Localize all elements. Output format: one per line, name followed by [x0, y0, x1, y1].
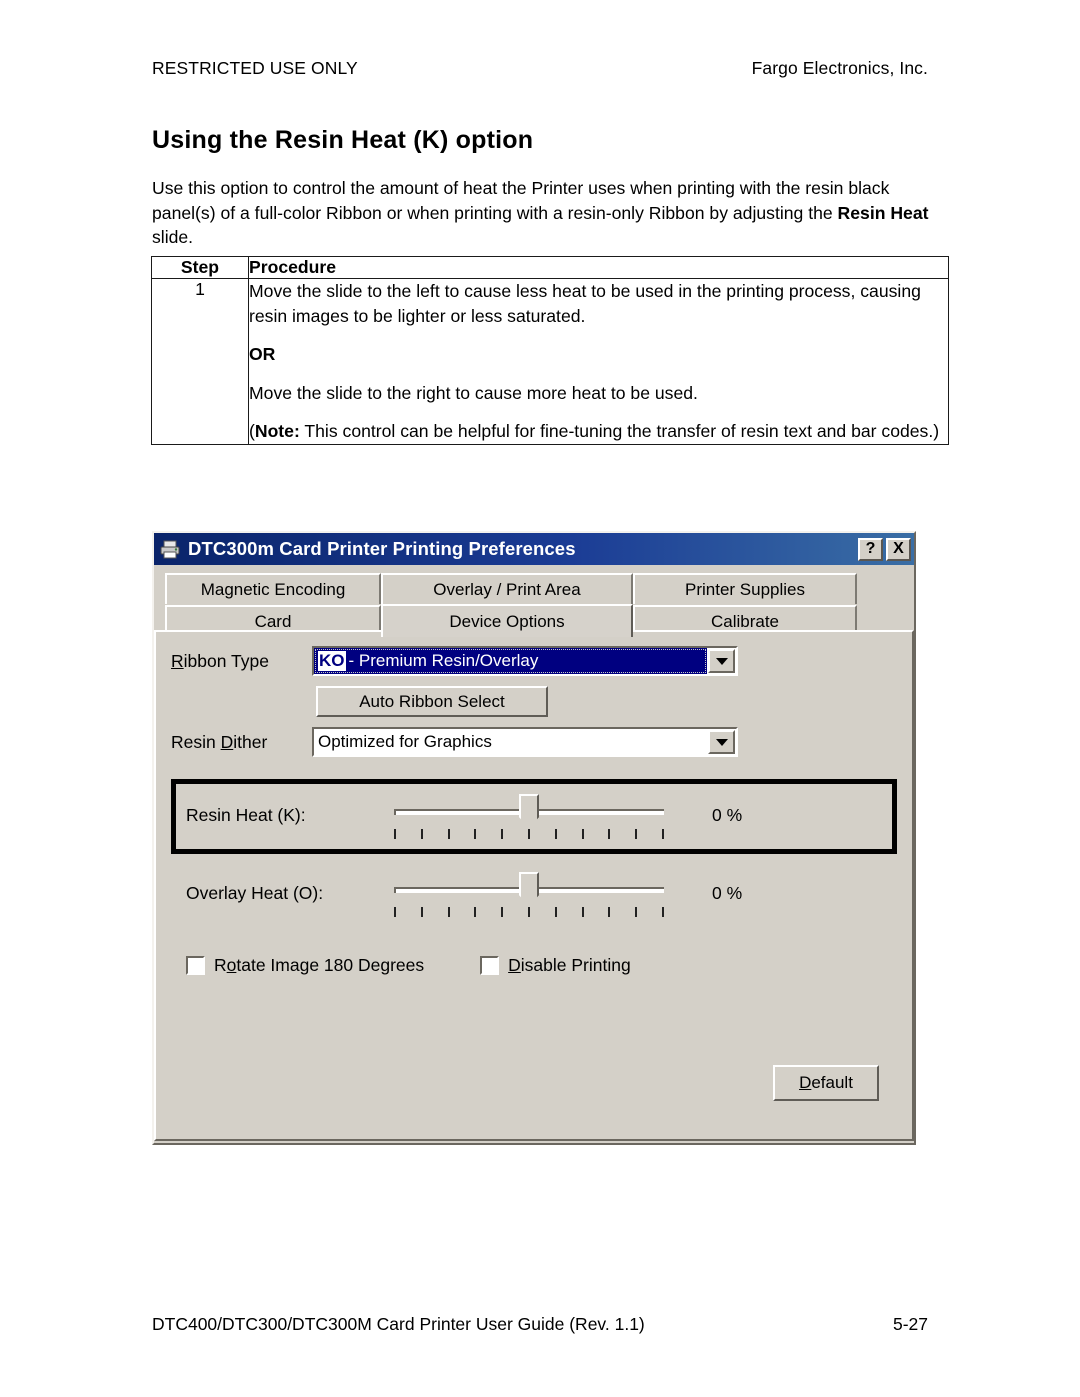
intro-paragraph: Use this option to control the amount of…	[152, 176, 947, 250]
tab-printer-supplies[interactable]: Printer Supplies	[633, 573, 857, 604]
intro-text-bold: Resin Heat	[837, 202, 929, 223]
device-options-form: Ribbon Type KO - Premium Resin/Overlay A…	[154, 632, 914, 1143]
disable-printing-checkbox[interactable]	[480, 956, 500, 975]
note-label: Note:	[254, 421, 300, 441]
overlay-heat-slider[interactable]	[394, 869, 664, 921]
column-header-step: Step	[151, 256, 249, 279]
page-header: RESTRICTED USE ONLY Fargo Electronics, I…	[152, 58, 928, 79]
rotate-image-checkbox[interactable]	[186, 956, 205, 975]
resin-dither-value: Optimized for Graphics	[318, 732, 492, 751]
resin-dither-combobox[interactable]: Optimized for Graphics	[312, 727, 738, 757]
auto-ribbon-select-button[interactable]: Auto Ribbon Select	[316, 686, 548, 717]
resin-dither-row: Resin Dither Optimized for Graphics	[171, 727, 897, 757]
titlebar-buttons: ? X	[858, 537, 911, 561]
ribbon-type-combobox[interactable]: KO - Premium Resin/Overlay	[312, 646, 738, 676]
resin-heat-row: Resin Heat (K): 0 %	[186, 791, 882, 843]
procedure-paragraph-1: Move the slide to the left to cause less…	[249, 281, 921, 326]
ribbon-type-value: KO - Premium Resin/Overlay	[314, 648, 707, 674]
dialog-title: DTC300m Card Printer Printing Preference…	[188, 538, 576, 559]
procedure-paragraph-2: Move the slide to the right to cause mor…	[249, 382, 698, 403]
footer-page-number: 5-27	[892, 1314, 928, 1334]
intro-text-part2: slide.	[152, 227, 194, 247]
resin-heat-slider[interactable]	[394, 791, 664, 843]
tab-magnetic-encoding[interactable]: Magnetic Encoding	[165, 573, 381, 604]
note-body: This control can be helpful for fine-tun…	[299, 421, 940, 441]
disable-printing-label: Disable Printing	[508, 955, 631, 975]
overlay-heat-label: Overlay Heat (O):	[186, 883, 324, 903]
procedure-or-label: OR	[249, 344, 276, 364]
resin-heat-value: 0 %	[712, 805, 743, 825]
page-footer: DTC400/DTC300/DTC300M Card Printer User …	[152, 1314, 928, 1335]
resin-heat-label: Resin Heat (K):	[186, 805, 306, 825]
resin-dither-label: Resin Dither	[171, 731, 268, 752]
printing-preferences-dialog: DTC300m Card Printer Printing Preference…	[152, 531, 916, 1145]
ribbon-type-value-prefix: KO	[318, 651, 346, 671]
procedure-table: Step Procedure 1 Move the slide to the l…	[151, 256, 949, 445]
overlay-heat-thumb[interactable]	[519, 872, 539, 906]
page-title: Using the Resin Heat (K) option	[152, 126, 534, 154]
dialog-body: Magnetic Encoding Overlay / Print Area P…	[154, 565, 914, 1143]
table-header-row: Step Procedure	[151, 256, 949, 279]
ribbon-type-dropdown-arrow[interactable]	[708, 649, 735, 673]
tab-row-1: Magnetic Encoding Overlay / Print Area P…	[165, 573, 903, 604]
overlay-heat-ticks	[394, 907, 664, 919]
footer-document-title: DTC400/DTC300/DTC300M Card Printer User …	[152, 1314, 645, 1334]
cell-step-number: 1	[151, 278, 249, 445]
ribbon-type-row: Ribbon Type KO - Premium Resin/Overlay	[171, 646, 897, 676]
header-company-name: Fargo Electronics, Inc.	[751, 58, 928, 78]
checkbox-row: Rotate Image 180 Degrees Disable Printin…	[171, 955, 897, 976]
ribbon-type-label: Ribbon Type	[171, 650, 269, 671]
resin-heat-ticks	[394, 829, 664, 841]
overlay-heat-value: 0 %	[712, 883, 743, 903]
resin-heat-highlight-box: Resin Heat (K): 0 %	[171, 779, 897, 854]
overlay-heat-row: Overlay Heat (O): 0 %	[186, 869, 882, 921]
ribbon-type-value-text: - Premium Resin/Overlay	[348, 651, 539, 670]
intro-text-part1: Use this option to control the amount of…	[152, 178, 890, 223]
column-header-procedure: Procedure	[248, 256, 949, 279]
procedure-note: (Note: This control can be helpful for f…	[249, 419, 948, 444]
table-row: 1 Move the slide to the left to cause le…	[151, 278, 949, 445]
cell-procedure-text: Move the slide to the left to cause less…	[248, 278, 949, 445]
printer-icon	[159, 538, 181, 560]
header-restricted-notice: RESTRICTED USE ONLY	[152, 58, 358, 78]
overlay-heat-group: Overlay Heat (O): 0 %	[171, 862, 897, 927]
procedure-paragraph-or: OR	[249, 342, 948, 367]
tab-device-options[interactable]: Device Options	[381, 604, 633, 637]
close-button[interactable]: X	[886, 537, 911, 561]
rotate-image-label: Rotate Image 180 Degrees	[214, 955, 425, 975]
dialog-titlebar[interactable]: DTC300m Card Printer Printing Preference…	[154, 533, 914, 565]
help-button[interactable]: ?	[858, 537, 883, 561]
resin-dither-dropdown-arrow[interactable]	[708, 730, 735, 754]
chevron-down-icon	[715, 657, 728, 665]
chevron-down-icon	[715, 738, 728, 746]
tab-overlay-print-area[interactable]: Overlay / Print Area	[381, 573, 633, 604]
resin-heat-thumb[interactable]	[519, 794, 539, 828]
default-button[interactable]: Default	[773, 1065, 879, 1101]
